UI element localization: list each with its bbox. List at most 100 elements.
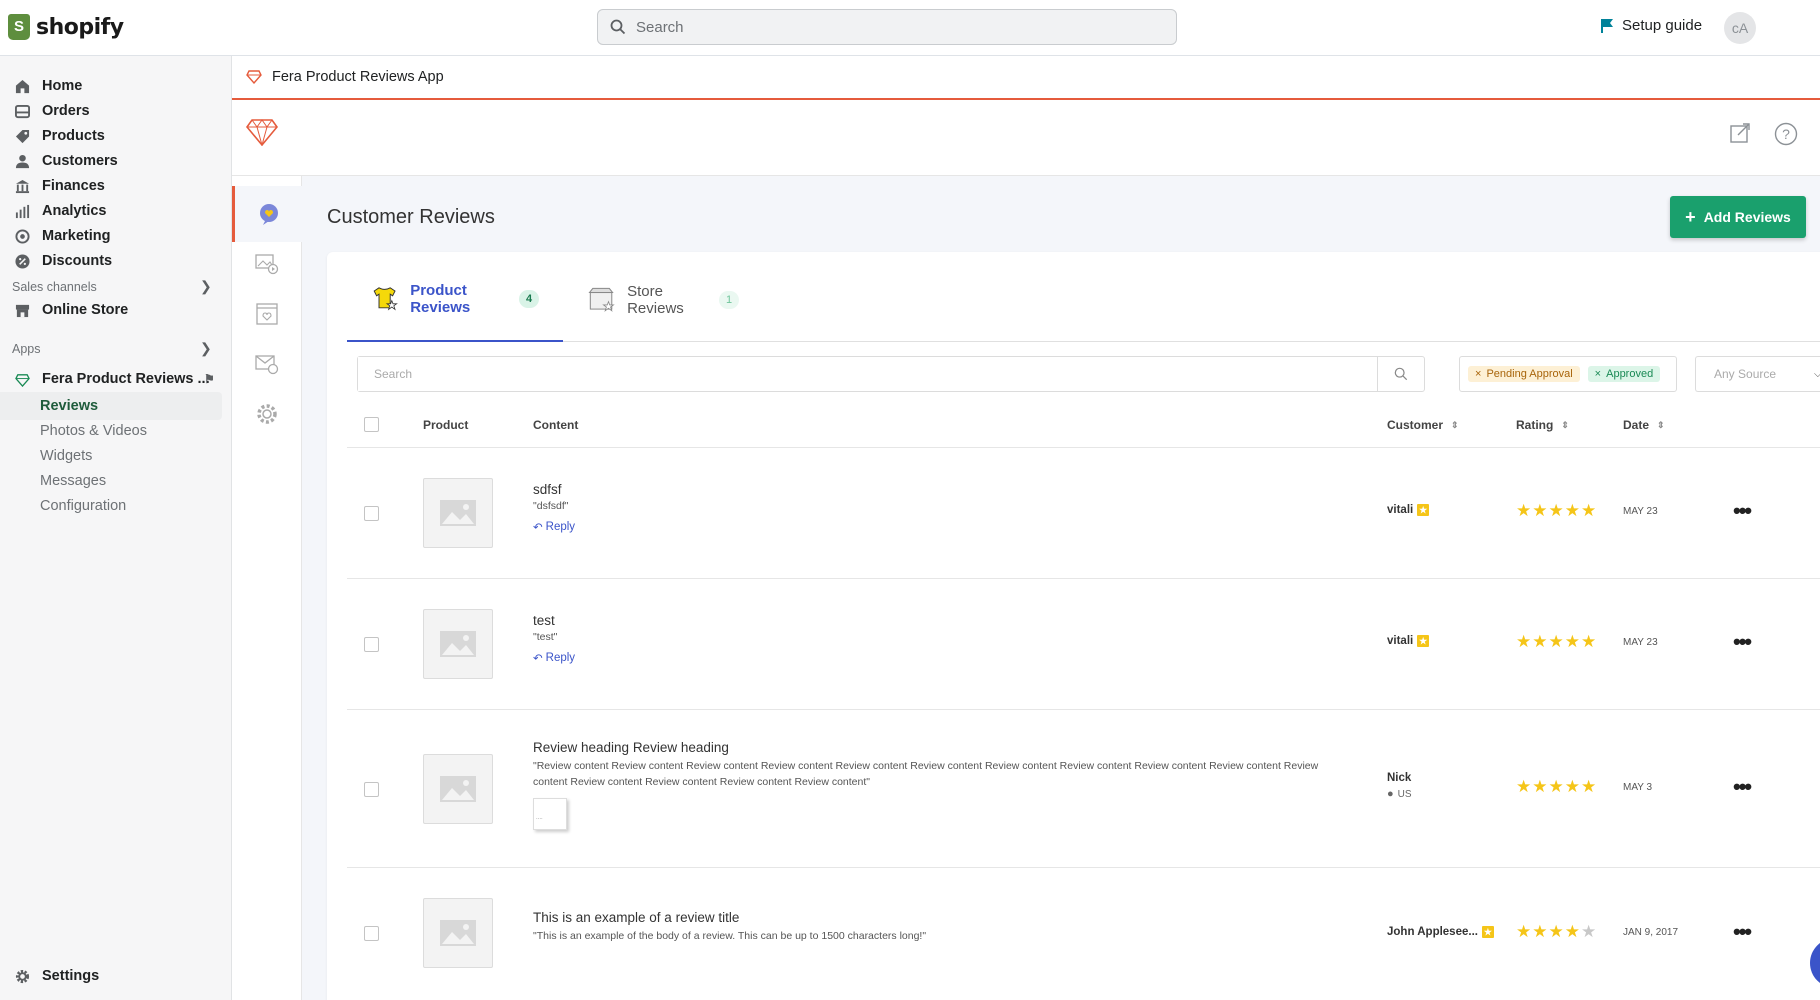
reply-icon: ↶ [533, 653, 543, 665]
target-icon [14, 228, 30, 244]
review-body: "This is an example of the body of a rev… [533, 930, 927, 942]
sidebar-item-fera-app[interactable]: Fera Product Reviews ... ⚑ [12, 365, 222, 393]
star-icon: ★ [1581, 501, 1597, 520]
sidebar-item-label: Home [42, 78, 83, 94]
more-actions-icon[interactable]: ••• [1733, 774, 1752, 800]
table-row[interactable]: Review heading Review heading "Review co… [347, 710, 1820, 868]
table-row[interactable]: sdfsf "dsfsdf" ↶ Reply vitali ★ ★ ★ ★ ★ ★ MAY … [347, 448, 1820, 579]
customer-name[interactable]: vitali ★ [1387, 504, 1430, 516]
rail-widgets[interactable] [232, 286, 302, 342]
column-product: Product [423, 418, 469, 432]
image-placeholder-icon [440, 920, 476, 946]
select-all-checkbox[interactable] [364, 417, 379, 432]
tab-product-reviews[interactable]: Product Reviews 4 [347, 282, 563, 342]
sidebar-item-widgets[interactable]: Widgets [0, 442, 222, 470]
status-pill-approved[interactable]: × Approved [1587, 366, 1661, 382]
external-link-icon[interactable] [1729, 122, 1751, 144]
search-button[interactable] [1377, 357, 1424, 391]
global-search[interactable] [597, 9, 1177, 45]
sidebar-item-orders[interactable]: Orders [12, 97, 222, 125]
fera-logo-icon[interactable] [246, 118, 278, 146]
row-checkbox[interactable] [364, 782, 379, 797]
setup-guide-link[interactable]: Setup guide [1600, 17, 1702, 34]
rail-messages[interactable] [232, 336, 302, 392]
status-filter[interactable]: × Pending Approval × Approved [1459, 356, 1677, 392]
person-icon [14, 153, 30, 169]
sidebar-item-configuration[interactable]: Configuration [0, 492, 222, 520]
product-thumbnail [423, 754, 493, 824]
shopify-logo[interactable]: shopify [8, 14, 124, 40]
add-reviews-button[interactable]: + Add Reviews [1670, 196, 1806, 238]
rail-photos[interactable] [232, 236, 302, 292]
tab-store-reviews[interactable]: Store Reviews 1 [563, 282, 763, 342]
source-select[interactable]: Any Source ⌵ [1695, 356, 1820, 392]
row-checkbox[interactable] [364, 506, 379, 521]
more-actions-icon[interactable]: ••• [1733, 629, 1752, 655]
sidebar-item-messages[interactable]: Messages [0, 467, 222, 495]
customer-name[interactable]: Nick [1387, 772, 1411, 784]
sidebar-item-online-store[interactable]: Online Store [12, 296, 222, 324]
avatar[interactable]: cA [1724, 12, 1756, 44]
customer-name[interactable]: vitali ★ [1387, 635, 1430, 647]
tab-count-badge: 4 [519, 290, 539, 308]
table-row[interactable]: test "test" ↶ Reply vitali ★ ★ ★ ★ ★ ★ MAY 23 … [347, 579, 1820, 710]
customer-name[interactable]: John Applesee... ★ [1387, 926, 1494, 938]
chevron-down-icon: ⌵ [1814, 368, 1820, 380]
star-icon: ★ [1516, 777, 1532, 796]
rail-configuration[interactable] [232, 386, 302, 442]
sidebar-item-analytics[interactable]: Analytics [12, 197, 222, 225]
sidebar-item-finances[interactable]: Finances [12, 172, 222, 200]
sidebar-item-label: Products [42, 128, 105, 144]
help-icon[interactable]: ? [1774, 122, 1798, 146]
verified-star-icon: ★ [1481, 926, 1494, 938]
reply-label: Reply [545, 652, 576, 664]
sidebar-item-settings[interactable]: Settings [12, 962, 222, 990]
sidebar-item-home[interactable]: Home [12, 72, 222, 100]
star-icon: ★ [1564, 632, 1580, 651]
chevron-right-icon[interactable]: ❯ [200, 340, 212, 357]
gear-icon [257, 404, 277, 424]
star-icon: ★ [1548, 922, 1564, 941]
sidebar-item-discounts[interactable]: Discounts [12, 247, 222, 275]
global-search-input[interactable] [636, 18, 1136, 36]
star-icon: ★ [1564, 501, 1580, 520]
remove-icon[interactable]: × [1595, 368, 1601, 380]
reply-link[interactable]: ↶ Reply [533, 520, 575, 534]
star-icon: ★ [1532, 922, 1548, 941]
location-pin-icon: ● [1387, 788, 1394, 800]
chevron-right-icon[interactable]: ❯ [200, 278, 212, 295]
rail-reviews[interactable] [232, 186, 302, 242]
sidebar-item-customers[interactable]: Customers [12, 147, 222, 175]
column-customer[interactable]: Customer ⇕ [1387, 418, 1459, 432]
tag-icon [14, 128, 30, 144]
row-checkbox[interactable] [364, 637, 379, 652]
more-actions-icon[interactable]: ••• [1733, 498, 1752, 524]
rating-stars: ★ ★ ★ ★ ★ [1516, 778, 1596, 795]
sidebar-item-reviews[interactable]: Reviews [0, 392, 222, 420]
bar-chart-icon [14, 203, 30, 219]
plus-icon: + [1685, 206, 1696, 227]
reviews-card: Product Reviews 4 Store Reviews 1 Search… [327, 252, 1820, 1000]
reply-link[interactable]: ↶ Reply [533, 651, 575, 665]
tab-label: Store Reviews [627, 283, 684, 317]
column-rating[interactable]: Rating ⇕ [1516, 418, 1569, 432]
review-title: sdfsf [533, 482, 562, 497]
column-date[interactable]: Date ⇕ [1623, 418, 1665, 432]
review-attachment[interactable]: .... [533, 798, 567, 830]
customer-name-text: John Applesee... [1387, 926, 1478, 938]
status-pill-label: Pending Approval [1486, 368, 1573, 380]
sidebar-item-marketing[interactable]: Marketing [12, 222, 222, 250]
column-label: Date [1623, 418, 1650, 432]
rating-stars: ★ ★ ★ ★ ★ [1516, 923, 1596, 940]
brand-name: shopify [36, 14, 124, 40]
remove-icon[interactable]: × [1475, 368, 1481, 380]
app-header: Fera Product Reviews App [232, 56, 1820, 100]
table-row[interactable]: This is an example of a review title "Th… [347, 868, 1820, 1000]
sidebar-item-products[interactable]: Products [12, 122, 222, 150]
sidebar-item-photos-videos[interactable]: Photos & Videos [0, 417, 222, 445]
row-checkbox[interactable] [364, 926, 379, 941]
pin-icon[interactable]: ⚑ [204, 372, 215, 386]
more-actions-icon[interactable]: ••• [1733, 919, 1752, 945]
review-search-input[interactable] [358, 357, 1378, 391]
status-pill-pending[interactable]: × Pending Approval [1468, 366, 1580, 382]
